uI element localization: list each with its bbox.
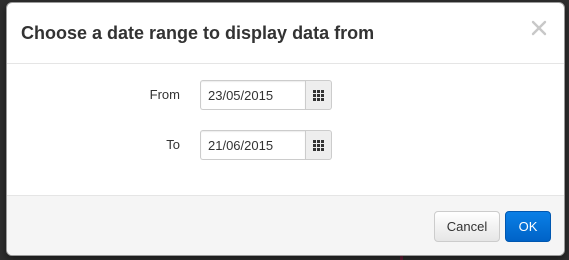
dialog-title: Choose a date range to display data from	[21, 23, 375, 43]
date-range-dialog: Choose a date range to display data from…	[6, 2, 565, 256]
from-label: From	[149, 87, 180, 102]
close-icon[interactable]	[531, 20, 547, 36]
cancel-button[interactable]: Cancel	[434, 211, 500, 242]
from-date-input[interactable]	[200, 80, 305, 110]
dialog-footer: Cancel OK	[7, 195, 564, 255]
from-calendar-button[interactable]	[305, 80, 332, 110]
dialog-body: From To	[7, 64, 564, 195]
to-label: To	[166, 137, 180, 152]
dialog-header: Choose a date range to display data from	[7, 3, 564, 64]
ok-button[interactable]: OK	[505, 211, 551, 242]
from-row: From	[7, 80, 564, 110]
to-row: To	[7, 130, 564, 160]
to-date-input[interactable]	[200, 130, 305, 160]
calendar-grid-icon	[313, 89, 324, 101]
to-calendar-button[interactable]	[305, 130, 332, 160]
calendar-grid-icon	[313, 139, 324, 151]
